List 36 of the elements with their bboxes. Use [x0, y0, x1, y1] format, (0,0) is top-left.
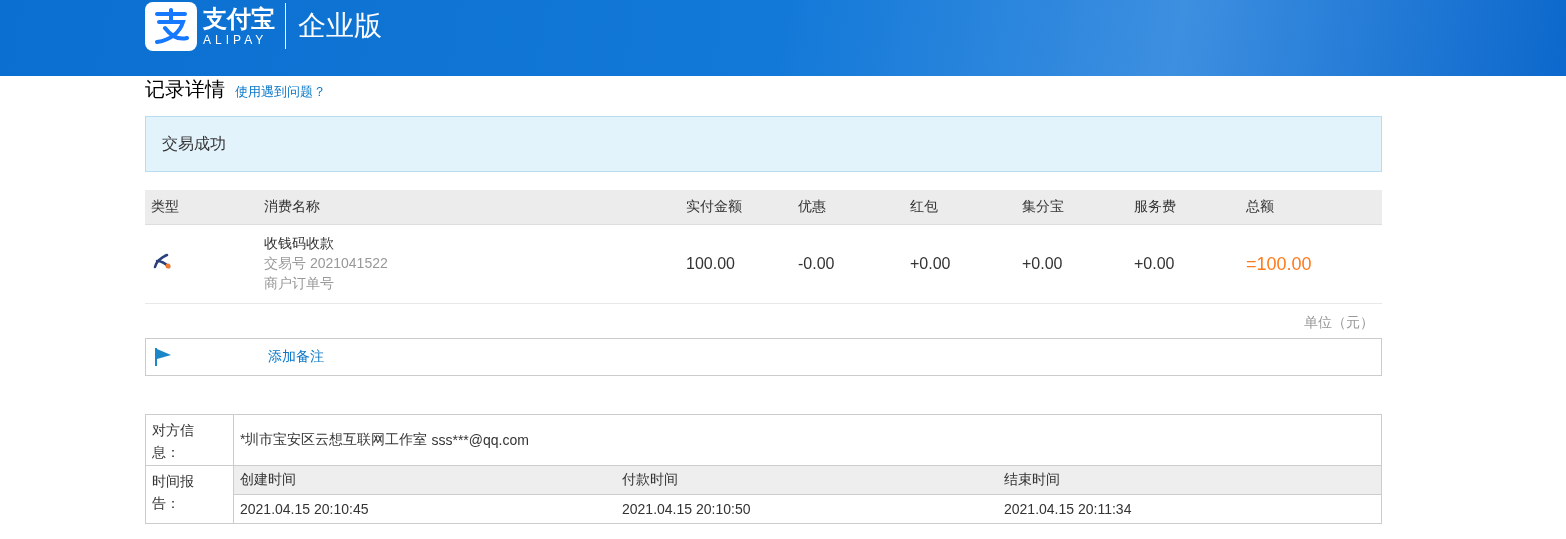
table-cell-text: 100.00	[685, 255, 736, 273]
status-text: 交易成功	[162, 133, 226, 154]
time-header: 结束时间	[998, 466, 1381, 495]
order-number: 商户订单号	[264, 275, 335, 293]
logo-subtext: ALIPAY	[203, 33, 269, 47]
edition-label: 企业版	[298, 9, 382, 43]
column-header: 集分宝	[1021, 198, 1065, 216]
transaction-name: 收钱码收款	[264, 235, 335, 253]
counterparty-name: *圳市宝安区云想互联网工作室	[240, 431, 428, 449]
add-remark-link[interactable]: 添加备注	[268, 348, 324, 366]
trade-number: 交易号 2021041522	[264, 255, 389, 273]
time-header: 付款时间	[616, 466, 998, 495]
column-header: 总额	[1245, 198, 1275, 216]
page-title: 记录详情	[145, 77, 225, 102]
flag-icon	[154, 347, 172, 367]
column-header: 类型	[150, 198, 180, 216]
counterparty-account: sss***@qq.com	[431, 432, 529, 448]
column-header: 实付金额	[685, 198, 743, 216]
column-header: 红包	[909, 198, 939, 216]
column-header: 优惠	[797, 198, 827, 216]
time-value: 2021.04.15 20:10:45	[239, 500, 370, 519]
info-label: 对方信息：	[151, 421, 195, 462]
time-header: 创建时间	[234, 466, 616, 495]
time-value: 2021.04.15 20:10:50	[621, 500, 752, 519]
time-value: 2021.04.15 20:11:34	[1003, 500, 1133, 519]
table-cell-text: +0.00	[1021, 255, 1064, 273]
column-header: 消费名称	[263, 198, 321, 216]
table-cell-text: +0.00	[909, 255, 952, 273]
table-cell-text: +0.00	[1133, 255, 1176, 273]
total-amount: =100.00	[1245, 253, 1313, 275]
logo-text: 支付宝	[203, 5, 275, 33]
table-cell-text: -0.00	[797, 255, 836, 273]
column-header: 服务费	[1133, 198, 1177, 216]
info-label: 时间报告：	[151, 472, 195, 513]
help-link[interactable]: 使用遇到问题？	[235, 83, 326, 101]
unit-label: 单位（元）	[1304, 314, 1374, 330]
